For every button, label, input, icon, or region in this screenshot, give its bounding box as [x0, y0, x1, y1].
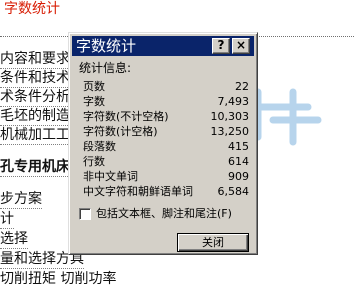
stat-label: 字符数(不计空格)	[83, 110, 169, 123]
stat-label: 行数	[83, 155, 105, 168]
document-line: 机械加工工	[0, 127, 70, 145]
document-line: 孔专用机床	[0, 159, 70, 177]
stat-label: 中文字符和朝鲜语单词	[83, 185, 193, 198]
stat-label: 页数	[83, 80, 105, 93]
stat-value: 22	[235, 80, 249, 93]
document-line: 内容和要求	[0, 51, 70, 69]
stat-label: 字符数(计空格)	[83, 125, 158, 138]
stat-label: 段落数	[83, 140, 116, 153]
word-count-dialog: 字数统计 ? × 统计信息: 页数 22 字数 7,493 字符数(不计空格) …	[68, 32, 258, 255]
stat-label: 字数	[83, 95, 105, 108]
stat-value: 6,584	[217, 185, 250, 198]
stat-row-lines: 行数 614	[83, 154, 249, 169]
stat-value: 7,493	[217, 95, 250, 108]
stat-value: 614	[228, 155, 249, 168]
statistics-list: 页数 22 字数 7,493 字符数(不计空格) 10,303 字符数(计空格)…	[83, 79, 249, 199]
document-line: 步方案	[0, 191, 42, 209]
document-heading: 字数统计	[4, 1, 60, 17]
document-line: 切削扭矩 切削功率	[0, 271, 117, 287]
include-textboxes-checkbox[interactable]	[79, 208, 91, 220]
stat-row-characters-no-spaces: 字符数(不计空格) 10,303	[83, 109, 249, 124]
document-line: 术条件分析	[0, 89, 70, 107]
dialog-title: 字数统计	[76, 37, 137, 55]
help-button[interactable]: ?	[212, 38, 230, 54]
stat-value: 13,250	[210, 125, 250, 138]
stat-row-non-chinese-words: 非中文单词 909	[83, 169, 249, 184]
stat-value: 909	[228, 170, 249, 183]
stat-row-paragraphs: 段落数 415	[83, 139, 249, 154]
close-icon[interactable]: ×	[232, 38, 250, 54]
include-textboxes-label[interactable]: 包括文本框、脚注和尾注(F)	[96, 207, 232, 221]
document-line: 选择	[0, 231, 28, 249]
document-line: 毛坯的制造	[0, 108, 70, 126]
dialog-titlebar[interactable]: 字数统计 ? ×	[72, 36, 254, 56]
stat-value: 415	[228, 140, 249, 153]
document-line: 计	[0, 211, 14, 229]
stat-row-chinese-korean-words: 中文字符和朝鲜语单词 6,584	[83, 184, 249, 199]
stat-label: 非中文单词	[83, 170, 138, 183]
stat-value: 10,303	[210, 110, 250, 123]
stat-row-characters-with-spaces: 字符数(计空格) 13,250	[83, 124, 249, 139]
statistics-label: 统计信息:	[79, 61, 132, 75]
stat-row-pages: 页数 22	[83, 79, 249, 94]
close-button[interactable]: 关闭	[177, 233, 249, 252]
stat-row-words: 字数 7,493	[83, 94, 249, 109]
document-line: 条件和技术	[0, 70, 70, 88]
